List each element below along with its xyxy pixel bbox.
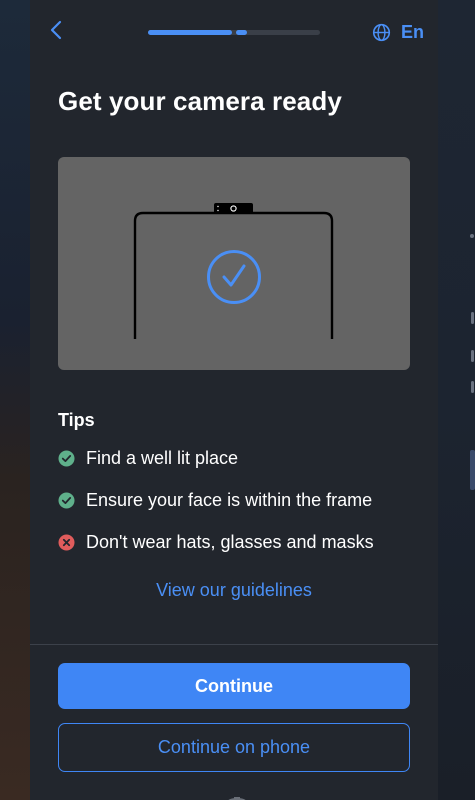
tip-text: Ensure your face is within the frame [86,489,373,510]
top-bar: En [30,0,438,64]
camera-illustration [58,157,410,370]
guidelines-link[interactable]: View our guidelines [30,580,438,601]
chevron-left-icon [49,20,63,45]
continue-button[interactable]: Continue [58,663,410,709]
footer-logo [224,792,250,800]
back-button[interactable] [42,18,70,46]
progress-fill [148,30,232,35]
background-right [438,0,475,800]
verification-panel: En Get your camera ready Tips Find a wel… [30,0,438,800]
progress-fill-partial [236,30,247,35]
check-circle-icon [58,492,75,509]
tip-text: Find a well lit place [86,447,239,468]
tip-item: Ensure your face is within the frame [58,488,372,512]
check-circle-icon [206,249,262,305]
tip-text: Don't wear hats, glasses and masks [86,531,374,552]
check-circle-icon [58,450,75,467]
tips-heading: Tips [58,410,95,430]
page-title: Get your camera ready [58,86,342,116]
x-circle-icon [58,534,75,551]
tip-item: Don't wear hats, glasses and masks [58,530,374,554]
globe-icon [372,23,391,42]
language-label: En [400,21,424,42]
background-left [0,0,30,800]
tip-item: Find a well lit place [58,446,238,470]
progress-bar [148,30,320,35]
continue-on-phone-button[interactable]: Continue on phone [58,723,410,772]
language-selector[interactable]: En [372,20,424,44]
divider [30,644,438,645]
